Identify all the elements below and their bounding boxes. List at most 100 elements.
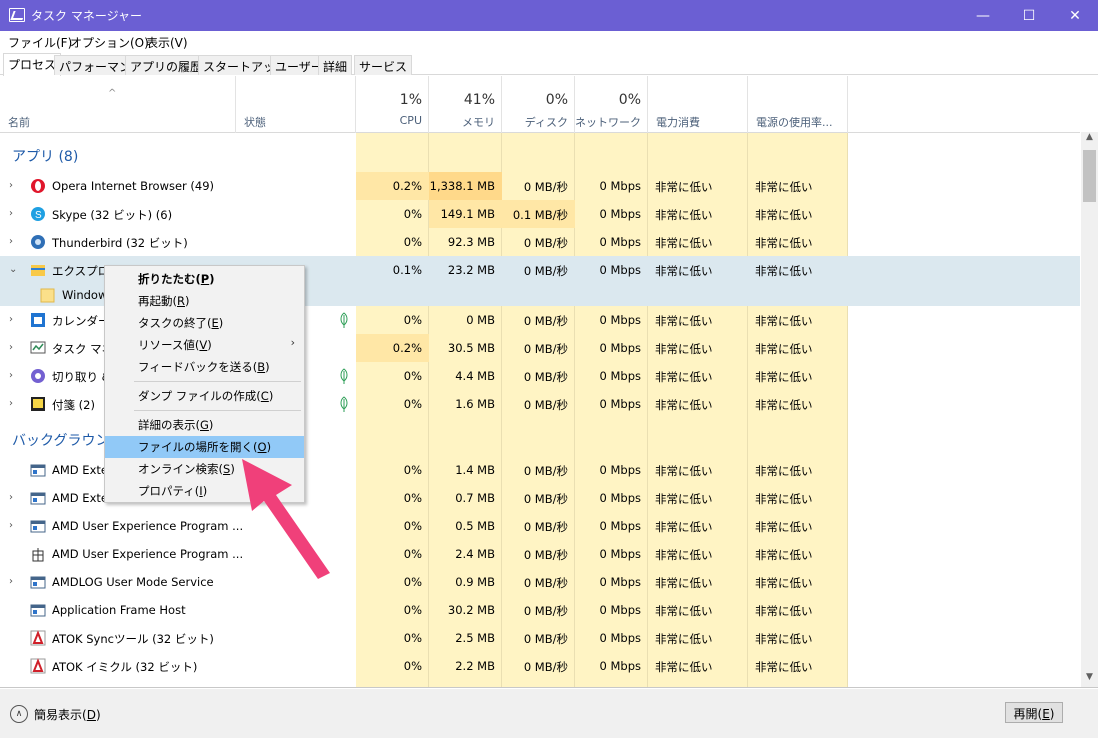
power-value: 非常に低い [655,370,713,384]
power-trend-value: 非常に低い [755,398,813,412]
menu-resource-values[interactable]: リソース値(V) › [105,334,304,356]
calendar-icon [30,312,46,328]
network-value: 0 Mbps [599,603,642,617]
header-power[interactable]: 電力消費 [648,76,748,133]
service-icon [30,602,46,618]
tab-app-history[interactable]: アプリの履歴 [125,55,208,75]
process-row[interactable]: › S Skype (32 ビット) (6) 0% 149.1 MB 0.1 MB/秒 0 … [0,200,1080,228]
expand-chevron-icon[interactable]: › [9,370,13,381]
memory-value: 149.1 MB [440,207,495,221]
expand-chevron-icon[interactable]: › [9,342,13,353]
cpu-value: 0% [403,491,422,505]
menu-view[interactable]: 表示(V) [146,34,188,51]
tab-processes[interactable]: プロセス [3,53,62,76]
power-value: 非常に低い [655,604,713,618]
expand-chevron-icon[interactable]: › [9,492,13,503]
tab-services[interactable]: サービス [354,55,413,75]
header-power-trend[interactable]: 電源の使用率... [748,76,848,133]
expand-chevron-icon[interactable]: › [9,398,13,409]
menu-collapse[interactable]: 折りたたむ(P) [105,268,304,290]
expand-chevron-icon[interactable]: › [9,236,13,247]
collapse-icon[interactable]: ∧ [10,705,28,723]
suspended-leaf-icon [340,396,348,412]
header-disk[interactable]: 0% ディスク [502,76,575,133]
header-cpu[interactable]: 1% CPU [356,76,429,133]
tab-details[interactable]: 詳細 [318,55,353,75]
process-name: AMDLOG User Mode Service [52,575,214,589]
close-button[interactable]: ✕ [1052,0,1098,31]
menu-go-to-details[interactable]: 詳細の表示(G) [105,414,304,436]
collapse-chevron-icon[interactable]: ⌄ [9,264,17,275]
header-name[interactable]: 名前 [0,76,236,133]
expand-chevron-icon[interactable]: › [9,520,13,531]
header-status[interactable]: 状態 [236,76,356,133]
menu-create-dump[interactable]: ダンプ ファイルの作成(C) [105,385,304,407]
expand-chevron-icon[interactable]: › [9,180,13,191]
power-value: 非常に低い [655,264,713,278]
menu-restart[interactable]: 再起動(R) [105,290,304,312]
menu-end-task[interactable]: タスクの終了(E) [105,312,304,334]
power-value: 非常に低い [655,180,713,194]
process-name: AMD User Experience Program ... [52,519,244,533]
power-value: 非常に低い [655,464,713,478]
power-value: 非常に低い [655,632,713,646]
opera-icon [30,178,46,194]
maximize-button[interactable]: ☐ [1006,0,1052,31]
svg-text:S: S [35,210,42,221]
process-row[interactable]: ATOK イミクル (32 ビット) 0% 2.2 MB 0 MB/秒 0 Mbps 非常… [0,652,1080,680]
network-value: 0 Mbps [599,397,642,411]
cpu-value: 0% [403,659,422,673]
cpu-value: 0% [403,397,422,411]
window-title: タスク マネージャー [31,9,142,23]
power-value: 非常に低い [655,208,713,222]
power-value: 非常に低い [655,398,713,412]
process-row[interactable]: Application Frame Host 0% 30.2 MB 0 MB/秒 0 M… [0,596,1080,624]
menu-file[interactable]: ファイル(F) [8,34,72,51]
fewer-details-link[interactable]: 簡易表示(D) [34,706,101,723]
footer: ∧ 簡易表示(D) 再開(E) [0,689,1098,738]
menu-options[interactable]: オプション(O) [70,34,149,51]
minimize-button[interactable]: — [960,0,1006,31]
process-row[interactable]: AMD User Experience Program ... 0% 2.4 MB 0… [0,540,1080,568]
process-row[interactable]: › Thunderbird (32 ビット) 0% 92.3 MB 0 MB/秒 0 Mb… [0,228,1080,256]
scroll-down-icon[interactable]: ▼ [1081,672,1098,687]
disk-value: 0 MB/秒 [523,398,568,412]
disk-value: 0 MB/秒 [523,236,568,250]
process-row[interactable]: › Opera Internet Browser (49) 0.2% 1,338.1 … [0,172,1080,200]
restart-button[interactable]: 再開(E) [1005,702,1063,723]
disk-value: 0 MB/秒 [523,548,568,562]
disk-value: 0 MB/秒 [523,180,568,194]
process-row[interactable]: › AMDLOG User Mode Service 0% 0.9 MB 0 MB/秒 0… [0,568,1080,596]
process-name: Skype (32 ビット) (6) [52,208,173,222]
process-name: Application Frame Host [52,603,186,617]
process-name: Opera Internet Browser (49) [52,179,215,193]
menu-send-feedback[interactable]: フィードバックを送る(B) [105,356,304,378]
scroll-up-icon[interactable]: ▲ [1081,132,1098,148]
service-icon [30,490,46,506]
vertical-scrollbar[interactable]: ▲ ▼ [1081,132,1098,687]
expand-chevron-icon[interactable]: › [9,576,13,587]
disk-value: 0 MB/秒 [523,342,568,356]
process-row[interactable]: ATOK Syncツール (32 ビット) 0% 2.5 MB 0 MB/秒 0 Mbp… [0,624,1080,652]
header-network[interactable]: 0% ネットワーク [575,76,648,133]
annotation-arrow-icon [242,459,330,579]
task-manager-icon [9,8,25,22]
power-trend-value: 非常に低い [755,604,813,618]
power-value: 非常に低い [655,576,713,590]
disk-value: 0.1 MB/秒 [512,208,568,222]
scroll-thumb[interactable] [1083,150,1096,202]
expand-chevron-icon[interactable]: › [9,314,13,325]
header-memory[interactable]: 41% メモリ [429,76,502,133]
column-headers: ^ 名前 状態 1% CPU 41% メモリ 0% ディスク 0% ネットワーク… [0,76,1080,133]
network-value: 0 Mbps [599,631,642,645]
power-trend-value: 非常に低い [755,314,813,328]
process-row[interactable]: › AMD User Experience Program ... 0% 0.5 MB… [0,512,1080,540]
expand-chevron-icon[interactable]: › [9,208,13,219]
power-trend-value: 非常に低い [755,576,813,590]
atok-icon [30,630,46,646]
power-trend-value: 非常に低い [755,464,813,478]
cpu-value: 0.2% [392,179,422,193]
power-value: 非常に低い [655,660,713,674]
power-trend-value: 非常に低い [755,520,813,534]
network-value: 0 Mbps [599,547,642,561]
